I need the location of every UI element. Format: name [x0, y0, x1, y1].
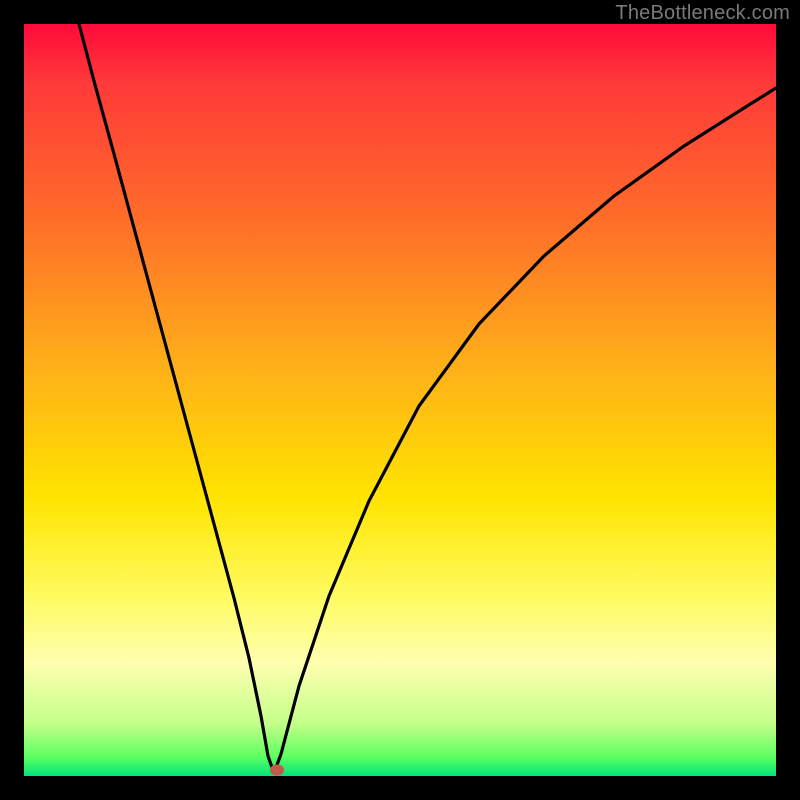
optimum-marker — [270, 765, 284, 776]
plot-area — [24, 24, 776, 776]
outer-frame: TheBottleneck.com — [0, 0, 800, 800]
bottleneck-curve — [24, 24, 776, 776]
attribution-text: TheBottleneck.com — [615, 2, 790, 25]
